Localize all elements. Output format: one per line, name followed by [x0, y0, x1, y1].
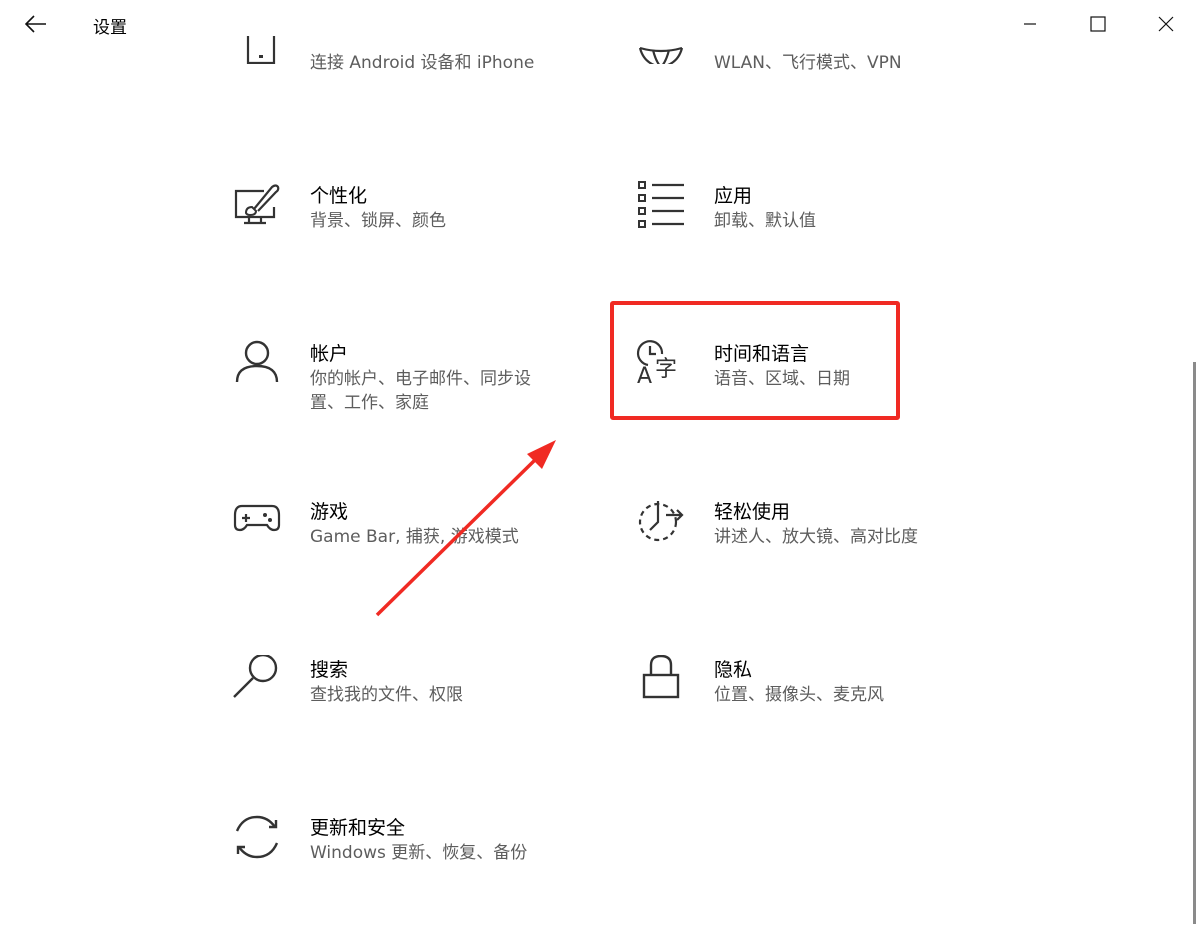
tile-gaming[interactable]: 游戏 Game Bar, 捕获, 游戏模式 [232, 497, 572, 593]
tile-title: 游戏 [310, 501, 349, 523]
personalization-icon [232, 181, 282, 231]
apps-list-icon [636, 181, 686, 231]
svg-text:A: A [637, 364, 652, 389]
tile-desc: 位置、摄像头、麦克风 [714, 685, 884, 705]
window-title: 设置 [93, 18, 127, 38]
phone-icon [232, 24, 282, 64]
lock-icon [636, 655, 686, 705]
gamepad-icon [232, 497, 282, 547]
tile-apps[interactable]: 应用 卸载、默认值 [636, 181, 976, 277]
tile-phone[interactable]: 连接 Android 设备和 iPhone [232, 24, 572, 120]
tile-accounts[interactable]: 帐户 你的帐户、电子邮件、同步设置、工作、家庭 [232, 339, 572, 435]
tile-title: 应用 [714, 185, 753, 207]
minimize-icon [1024, 23, 1036, 25]
tile-desc: Game Bar, 捕获, 游戏模式 [310, 527, 519, 547]
tile-title: 时间和语言 [714, 343, 810, 365]
settings-window: 设置 连接 Android 设备和 iPhone WLAN、飞行模式、VPN 个… [0, 0, 1200, 945]
search-icon [232, 655, 282, 705]
tile-title: 更新和安全 [310, 817, 406, 839]
tile-desc: 语音、区域、日期 [714, 369, 850, 389]
title-bar: 设置 [0, 0, 1200, 48]
tile-desc: 你的帐户、电子邮件、同步设置、工作、家庭 [310, 369, 531, 413]
tile-desc: 查找我的文件、权限 [310, 685, 463, 705]
tile-desc: 背景、锁屏、颜色 [310, 211, 446, 231]
tile-title: 个性化 [310, 185, 368, 207]
tile-network[interactable]: WLAN、飞行模式、VPN [636, 24, 976, 120]
minimize-button[interactable] [996, 0, 1064, 48]
tile-desc: 卸载、默认值 [714, 211, 816, 231]
back-arrow-icon [25, 15, 46, 33]
tile-ease-of-access[interactable]: 轻松使用 讲述人、放大镜、高对比度 [636, 497, 976, 593]
globe-icon [636, 24, 686, 64]
tile-privacy[interactable]: 隐私 位置、摄像头、麦克风 [636, 655, 976, 751]
close-button[interactable] [1132, 0, 1200, 48]
red-arrow-icon [375, 440, 556, 617]
tile-desc: 连接 Android 设备和 iPhone [310, 53, 535, 73]
tile-title: 帐户 [310, 343, 349, 365]
tile-title: 搜索 [310, 659, 349, 681]
sync-icon [232, 813, 282, 863]
tile-time-language[interactable]: A 字 时间和语言 语音、区域、日期 [636, 339, 976, 435]
maximize-button[interactable] [1064, 0, 1132, 48]
back-button[interactable] [18, 8, 54, 40]
maximize-icon [1090, 16, 1106, 32]
close-icon [1158, 16, 1174, 32]
time-language-icon: A 字 [636, 339, 686, 389]
ease-of-access-icon [636, 497, 686, 547]
tile-desc: Windows 更新、恢复、备份 [310, 843, 528, 863]
scrollbar[interactable] [1193, 362, 1196, 924]
tile-search[interactable]: 搜索 查找我的文件、权限 [232, 655, 572, 751]
svg-text:字: 字 [655, 357, 677, 382]
tile-title: 轻松使用 [714, 501, 791, 523]
account-icon [232, 339, 282, 389]
tile-update-security[interactable]: 更新和安全 Windows 更新、恢复、备份 [232, 813, 572, 909]
tile-title: 隐私 [714, 659, 753, 681]
tile-desc: WLAN、飞行模式、VPN [714, 53, 902, 73]
tile-desc: 讲述人、放大镜、高对比度 [714, 527, 918, 547]
tile-personalization[interactable]: 个性化 背景、锁屏、颜色 [232, 181, 572, 277]
